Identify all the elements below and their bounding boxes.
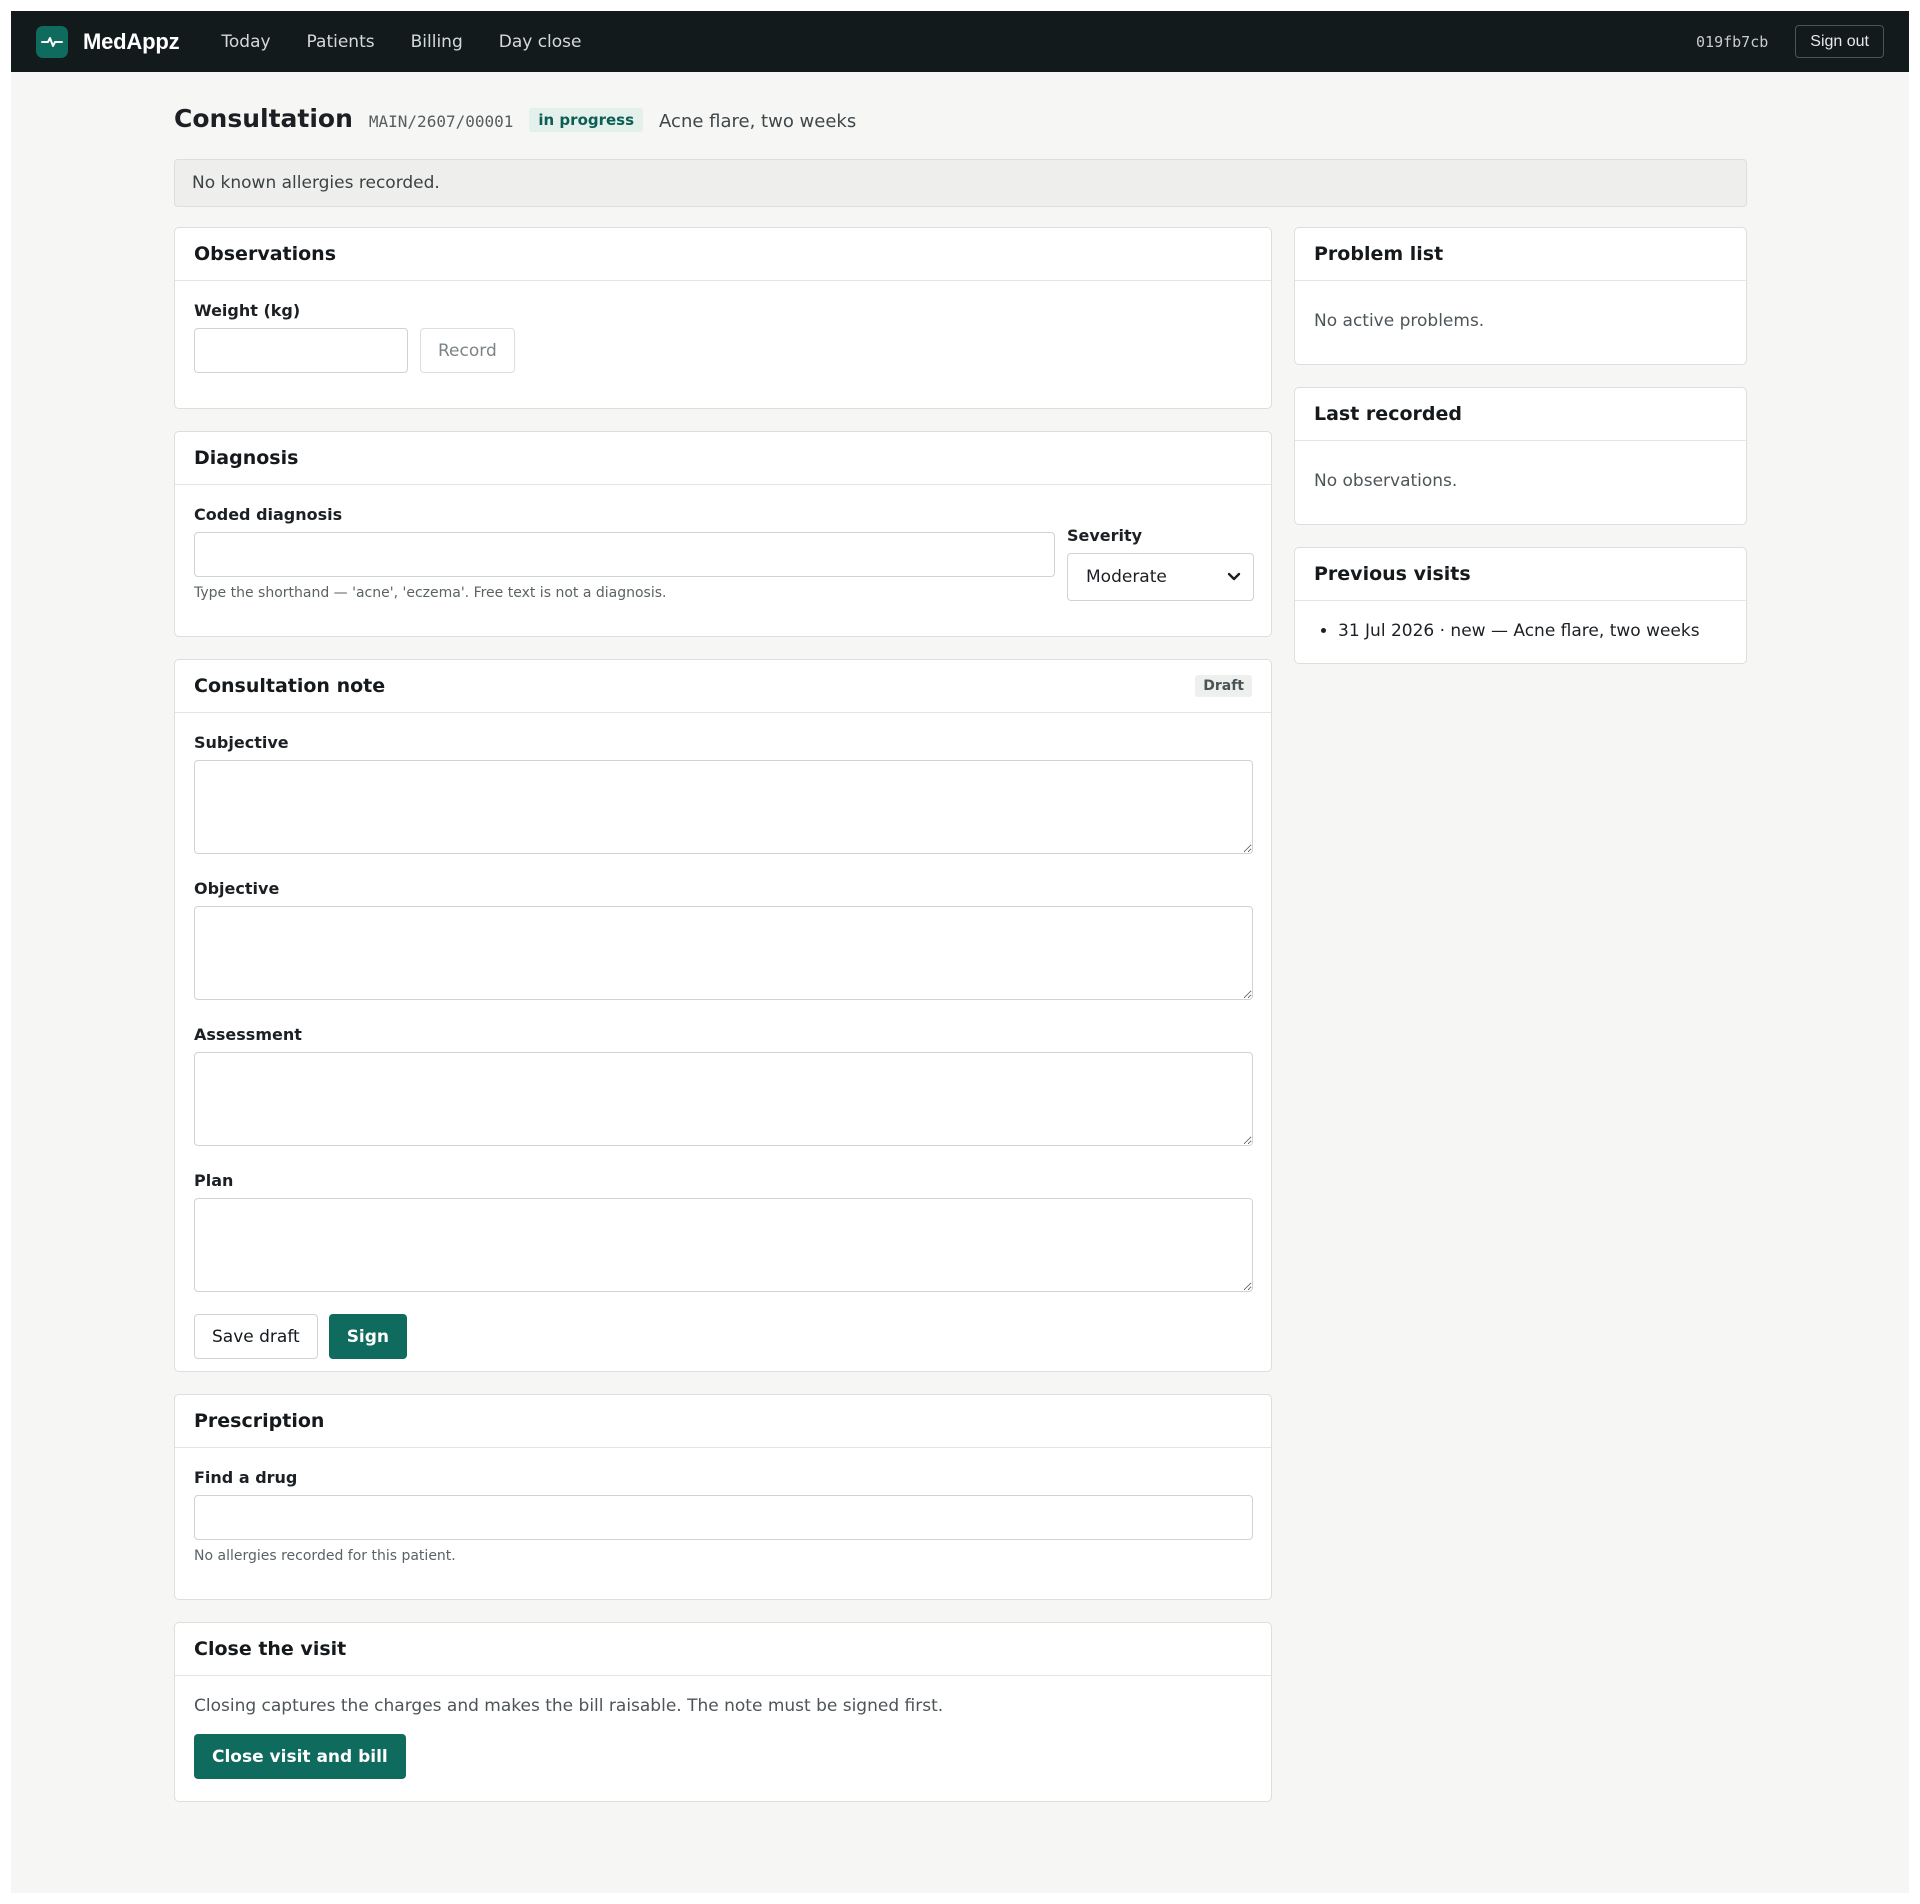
weight-input[interactable] — [194, 328, 408, 373]
last-recorded-card: Last recorded No observations. — [1294, 387, 1747, 525]
main-column: Observations Weight (kg) Record Diagnosi… — [174, 227, 1272, 1824]
consultation-note-title: Consultation note — [194, 675, 386, 697]
assessment-label: Assessment — [194, 1025, 302, 1044]
prescription-header: Prescription — [175, 1395, 1271, 1448]
problem-list-header: Problem list — [1295, 228, 1746, 281]
objective-label: Objective — [194, 879, 280, 898]
chevron-down-icon — [1227, 572, 1241, 581]
close-visit-title: Close the visit — [194, 1638, 347, 1660]
pulse-icon[interactable] — [36, 25, 68, 58]
diagnosis-body: Coded diagnosis Type the shorthand — 'ac… — [175, 485, 1271, 620]
problem-list-body: No active problems. — [1295, 281, 1746, 350]
draft-badge: Draft — [1195, 675, 1252, 697]
diagnosis-card: Diagnosis Coded diagnosis Type the short… — [174, 431, 1272, 637]
coded-diagnosis-group: Coded diagnosis Type the shorthand — 'ac… — [194, 505, 1055, 601]
sign-button[interactable]: Sign — [328, 1314, 408, 1359]
consultation-note-header: Consultation note Draft — [175, 660, 1271, 713]
observations-body: Weight (kg) Record — [175, 281, 1271, 392]
sidebar: Problem list No active problems. Last re… — [1294, 227, 1747, 686]
assessment-textarea[interactable] — [194, 1052, 1253, 1146]
prescription-hint: No allergies recorded for this patient. — [194, 1548, 456, 1564]
save-draft-button[interactable]: Save draft — [194, 1314, 318, 1359]
plan-field: Plan — [194, 1171, 1253, 1292]
list-item[interactable]: 31 Jul 2026 · new — Acne flare, two week… — [1338, 621, 1727, 641]
severity-select[interactable]: Moderate — [1067, 553, 1254, 601]
assessment-field: Assessment — [194, 1025, 1253, 1146]
objective-field: Objective — [194, 879, 1253, 1000]
last-recorded-body: No observations. — [1295, 441, 1746, 510]
plan-label: Plan — [194, 1171, 234, 1190]
problem-list-title: Problem list — [1314, 243, 1444, 265]
page-title: Consultation — [174, 104, 353, 133]
close-visit-and-bill-button[interactable]: Close visit and bill — [194, 1734, 406, 1779]
session-id: 019fb7cb — [1696, 32, 1769, 51]
previous-visits-list: 31 Jul 2026 · new — Acne flare, two week… — [1314, 621, 1727, 641]
objective-textarea[interactable] — [194, 906, 1253, 1000]
nav-day-close[interactable]: Day close — [499, 32, 582, 52]
weight-label: Weight (kg) — [194, 301, 301, 320]
record-button[interactable]: Record — [420, 328, 515, 373]
diagnosis-header: Diagnosis — [175, 432, 1271, 485]
observations-title: Observations — [194, 243, 337, 265]
close-visit-card: Close the visit Closing captures the cha… — [174, 1622, 1272, 1802]
consultation-note-card: Consultation note Draft Subjective Objec… — [174, 659, 1272, 1372]
last-recorded-title: Last recorded — [1314, 403, 1462, 425]
allergy-banner: No known allergies recorded. — [174, 159, 1747, 207]
prescription-card: Prescription Find a drug No allergies re… — [174, 1394, 1272, 1600]
note-actions: Save draft Sign — [194, 1314, 1252, 1359]
close-visit-description: Closing captures the charges and makes t… — [194, 1696, 944, 1716]
problem-list-empty: No active problems. — [1314, 311, 1485, 331]
page-header: Consultation MAIN/2607/00001 in progress… — [174, 104, 1747, 140]
consultation-note-body: Subjective Objective Assessment Plan Sav… — [175, 713, 1271, 1378]
plan-textarea[interactable] — [194, 1198, 1253, 1292]
previous-visits-header: Previous visits — [1295, 548, 1746, 601]
nav-patients[interactable]: Patients — [307, 32, 375, 52]
prescription-title: Prescription — [194, 1410, 325, 1432]
coded-diagnosis-label: Coded diagnosis — [194, 505, 343, 524]
find-drug-label: Find a drug — [194, 1468, 298, 1487]
visit-reason: Acne flare, two weeks — [659, 111, 857, 132]
prescription-body: Find a drug No allergies recorded for th… — [175, 1448, 1271, 1583]
consultation-page: Consultation MAIN/2607/00001 in progress… — [174, 72, 1747, 1802]
nav-today[interactable]: Today — [221, 32, 270, 52]
coded-diagnosis-hint: Type the shorthand — 'acne', 'eczema'. F… — [194, 585, 667, 601]
weight-row: Record — [194, 328, 1252, 373]
diagnosis-title: Diagnosis — [194, 447, 299, 469]
severity-group: Severity Moderate — [1067, 505, 1254, 601]
top-navbar: MedAppz Today Patients Billing Day close… — [11, 11, 1909, 72]
brand-name[interactable]: MedAppz — [83, 29, 180, 55]
previous-visits-body: 31 Jul 2026 · new — Acne flare, two week… — [1295, 601, 1746, 660]
sign-out-button[interactable]: Sign out — [1795, 25, 1884, 58]
problem-list-card: Problem list No active problems. — [1294, 227, 1747, 365]
last-recorded-header: Last recorded — [1295, 388, 1746, 441]
nav-billing[interactable]: Billing — [411, 32, 463, 52]
app-window: MedAppz Today Patients Billing Day close… — [11, 11, 1909, 1893]
observations-card: Observations Weight (kg) Record — [174, 227, 1272, 409]
close-visit-header: Close the visit — [175, 1623, 1271, 1676]
previous-visits-card: Previous visits 31 Jul 2026 · new — Acne… — [1294, 547, 1747, 664]
status-badge: in progress — [529, 108, 644, 132]
severity-label: Severity — [1067, 526, 1143, 545]
subjective-textarea[interactable] — [194, 760, 1253, 854]
subjective-field: Subjective — [194, 733, 1253, 854]
observations-header: Observations — [175, 228, 1271, 281]
previous-visits-title: Previous visits — [1314, 563, 1471, 585]
subjective-label: Subjective — [194, 733, 289, 752]
find-drug-input[interactable] — [194, 1495, 1253, 1540]
last-recorded-empty: No observations. — [1314, 471, 1458, 491]
severity-value: Moderate — [1086, 567, 1167, 587]
close-visit-body: Closing captures the charges and makes t… — [175, 1676, 1271, 1798]
coded-diagnosis-input[interactable] — [194, 532, 1055, 577]
visit-code: MAIN/2607/00001 — [368, 112, 514, 131]
